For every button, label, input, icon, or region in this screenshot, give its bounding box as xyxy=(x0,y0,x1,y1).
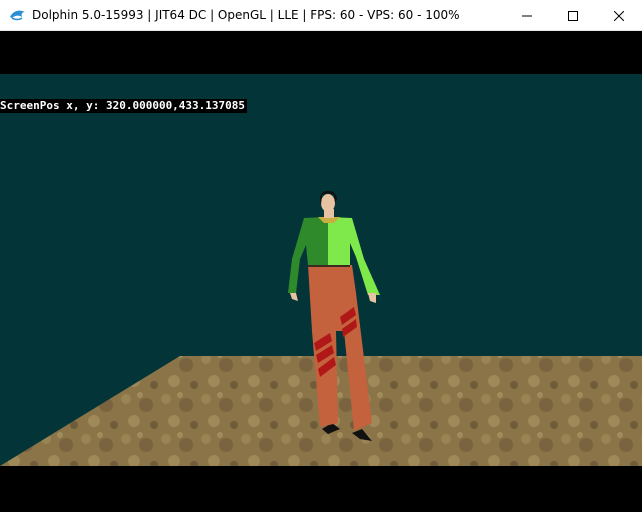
title-bar[interactable]: Dolphin 5.0-15993 | JIT64 DC | OpenGL | … xyxy=(0,0,642,31)
window-title: Dolphin 5.0-15993 | JIT64 DC | OpenGL | … xyxy=(32,8,460,22)
letterbox-top xyxy=(0,31,642,74)
minimize-button[interactable] xyxy=(504,0,550,31)
maximize-button[interactable] xyxy=(550,0,596,31)
minimize-icon xyxy=(522,15,532,16)
letterbox-bottom xyxy=(0,466,642,512)
screenpos-overlay: ScreenPos x, y: 320.000000,433.137085 xyxy=(0,99,248,113)
dolphin-icon xyxy=(10,10,25,21)
close-icon xyxy=(614,10,624,21)
close-button[interactable] xyxy=(596,0,642,31)
maximize-icon xyxy=(568,10,578,21)
game-viewport[interactable]: ScreenPos x, y: 320.000000,433.137085 xyxy=(0,31,642,512)
head xyxy=(321,194,335,212)
